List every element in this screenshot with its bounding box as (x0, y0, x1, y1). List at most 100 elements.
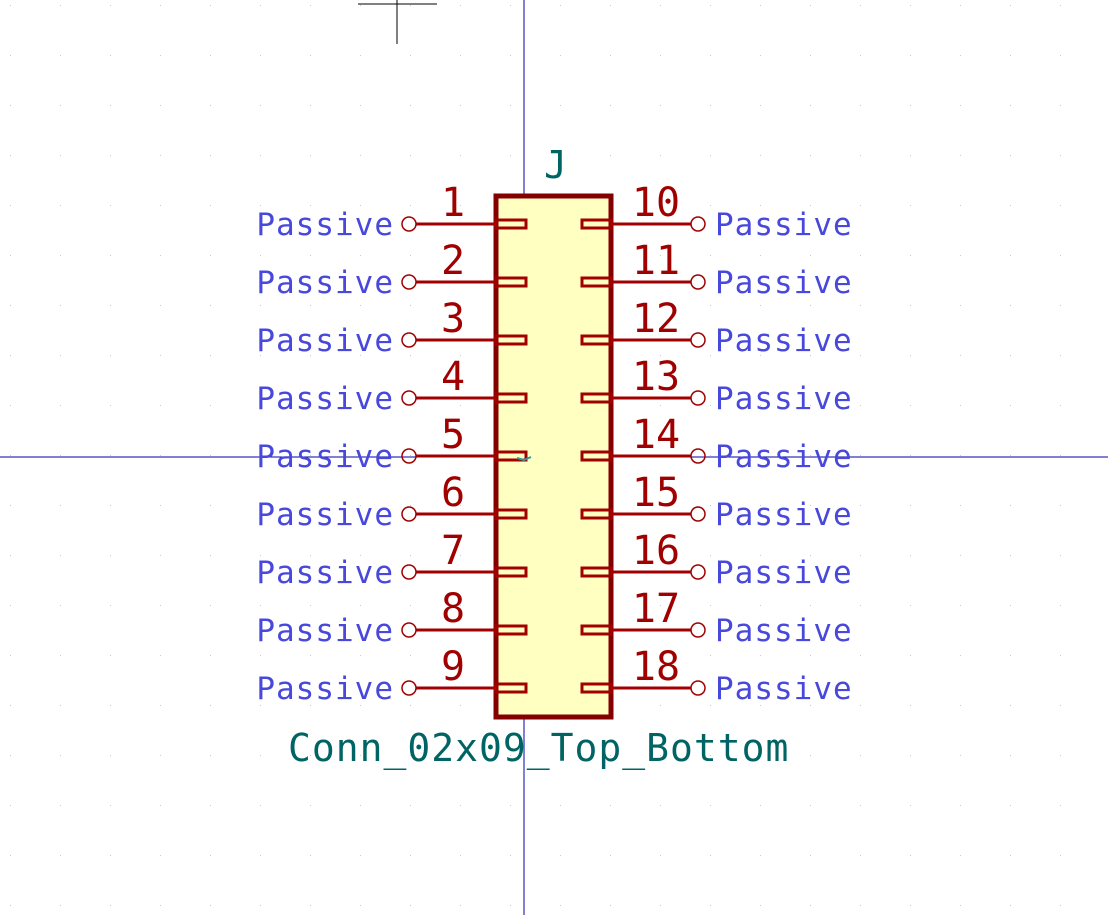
grid-dot (260, 805, 261, 806)
pin-endpoint-icon[interactable] (401, 506, 417, 522)
pin-endpoint-icon[interactable] (401, 448, 417, 464)
grid-dot (760, 305, 761, 306)
pin-number: 8 (441, 586, 465, 632)
pin-endpoint-icon[interactable] (401, 216, 417, 232)
grid-dot (860, 105, 861, 106)
pin-endpoint-icon[interactable] (690, 622, 706, 638)
left-pin[interactable]: 2 Passive (256, 238, 528, 301)
grid-dot (710, 55, 711, 56)
right-pin[interactable]: 13 Passive (580, 354, 853, 417)
pin-endpoint-icon[interactable] (401, 274, 417, 290)
grid-dot (10, 555, 11, 556)
right-pin[interactable]: 17 Passive (580, 586, 853, 649)
grid-dot (210, 105, 211, 106)
left-pin[interactable]: 3 Passive (256, 296, 528, 359)
left-pin[interactable]: 7 Passive (256, 528, 528, 591)
pin-endpoint-icon[interactable] (401, 390, 417, 406)
grid-dot (110, 905, 111, 906)
pin-endpoint-icon[interactable] (401, 564, 417, 580)
grid-dot (960, 55, 961, 56)
grid-dot (10, 5, 11, 6)
grid-dot (160, 405, 161, 406)
grid-dot (260, 205, 261, 206)
grid-dot (1060, 755, 1061, 756)
grid-dot (10, 155, 11, 156)
grid-dot (960, 805, 961, 806)
grid-dot (60, 805, 61, 806)
left-pin[interactable]: 8 Passive (256, 586, 528, 649)
grid-dot (210, 305, 211, 306)
pin-endpoint-icon[interactable] (690, 216, 706, 232)
pin-endpoint-icon[interactable] (401, 622, 417, 638)
right-pin[interactable]: 11 Passive (580, 238, 853, 301)
grid-dot (410, 805, 411, 806)
grid-dot (10, 605, 11, 606)
right-pin[interactable]: 18 Passive (580, 644, 853, 707)
grid-dot (960, 755, 961, 756)
grid-dot (360, 655, 361, 656)
grid-dot (760, 905, 761, 906)
grid-dot (810, 5, 811, 6)
left-pin[interactable]: 5 Passive (256, 412, 528, 475)
grid-dot (960, 455, 961, 456)
grid-dot (10, 255, 11, 256)
symbol-body[interactable] (493, 193, 614, 720)
grid-dot (10, 655, 11, 656)
schematic-canvas[interactable]: 1 Passive 2 Passive 3 Passive 4 Passive 5 Passive… (0, 0, 1108, 915)
grid-dot (810, 305, 811, 306)
grid-dot (760, 605, 761, 606)
grid-dot (310, 905, 311, 906)
left-pin[interactable]: 9 Passive (256, 644, 528, 707)
grid-dot (560, 5, 561, 6)
pin-endpoint-icon[interactable] (690, 448, 706, 464)
grid-dot (960, 905, 961, 906)
pin-number: 16 (632, 528, 680, 574)
grid-dot (810, 805, 811, 806)
reference-designator[interactable]: J (544, 143, 567, 187)
pin-type-label: Passive (256, 613, 394, 649)
grid-dot (1060, 205, 1061, 206)
grid-dot (410, 305, 411, 306)
pin-endpoint-icon[interactable] (690, 564, 706, 580)
right-pin[interactable]: 14 Passive (580, 412, 853, 475)
pin-endpoint-icon[interactable] (690, 332, 706, 348)
pin-endpoint-icon[interactable] (690, 680, 706, 696)
grid-dot (560, 905, 561, 906)
grid-dot (1060, 255, 1061, 256)
pin-endpoint-icon[interactable] (690, 506, 706, 522)
pin-endpoint-icon[interactable] (690, 390, 706, 406)
grid-dot (160, 155, 161, 156)
left-pin[interactable]: 4 Passive (256, 354, 528, 417)
grid-dot (410, 5, 411, 6)
grid-dot (110, 855, 111, 856)
grid-dot (160, 355, 161, 356)
pin-number: 9 (441, 644, 465, 690)
symbol-value[interactable]: Conn_02x09_Top_Bottom (288, 726, 789, 771)
left-pin[interactable]: 1 Passive (256, 180, 528, 243)
right-pin[interactable]: 15 Passive (580, 470, 853, 533)
grid-dot (310, 205, 311, 206)
right-pin[interactable]: 12 Passive (580, 296, 853, 359)
grid-dot (910, 205, 911, 206)
grid-dot (760, 155, 761, 156)
left-pin[interactable]: 6 Passive (256, 470, 528, 533)
pin-number: 11 (632, 238, 680, 284)
grid-dot (710, 505, 711, 506)
right-pin[interactable]: 16 Passive (580, 528, 853, 591)
grid-dot (710, 205, 711, 206)
grid-dot (1060, 305, 1061, 306)
pin-endpoint-icon[interactable] (401, 332, 417, 348)
grid-dot (410, 655, 411, 656)
grid-dot (910, 305, 911, 306)
grid-dot (1060, 55, 1061, 56)
grid-dot (1010, 405, 1011, 406)
right-pin[interactable]: 10 Passive (580, 180, 853, 243)
pin-type-label: Passive (715, 497, 853, 533)
grid-dot (910, 505, 911, 506)
pin-endpoint-icon[interactable] (690, 274, 706, 290)
grid-dot (460, 5, 461, 6)
grid-dot (1060, 905, 1061, 906)
pin-endpoint-icon[interactable] (401, 680, 417, 696)
pin-type-label: Passive (256, 207, 394, 243)
grid-dot (960, 405, 961, 406)
